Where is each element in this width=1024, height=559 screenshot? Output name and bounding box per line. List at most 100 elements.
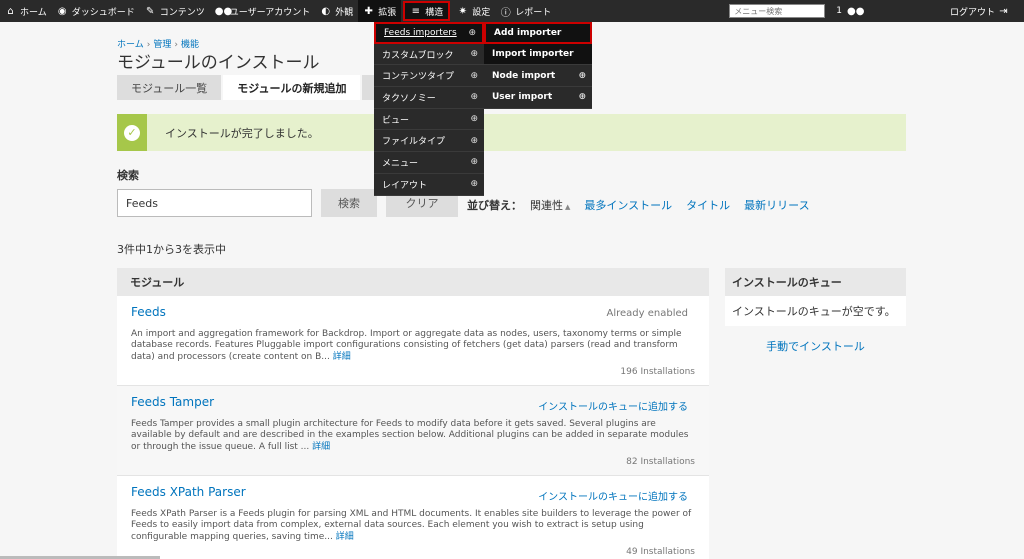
logout-link[interactable]: ログアウト ⇥	[945, 0, 1018, 22]
toolbar-home[interactable]: ⌂ ホーム	[0, 0, 52, 22]
module-row: Feeds Already enabled An import and aggr…	[117, 296, 709, 386]
arrow-right-icon: ⊕	[578, 92, 586, 103]
menu-item-label: Node import	[492, 70, 556, 81]
menu-item-views[interactable]: ビュー ⊕	[374, 109, 484, 131]
arrow-right-icon: ⊕	[470, 70, 478, 81]
menu-item-custom-blocks[interactable]: カスタムブロック ⊕	[374, 44, 484, 66]
menu-item-label: コンテンツタイプ	[382, 72, 455, 83]
menu-item-file-types[interactable]: ファイルタイプ ⊕	[374, 130, 484, 153]
toolbar-people[interactable]: ●● ユーザーアカウント	[210, 0, 315, 22]
menu-search-input[interactable]	[729, 4, 826, 18]
menu-item-label: ファイルタイプ	[382, 137, 446, 148]
add-to-queue-link[interactable]: インストールのキューに追加する	[538, 488, 688, 503]
menu-item-node-import[interactable]: Node import ⊕	[484, 65, 592, 88]
module-name-link[interactable]: Feeds XPath Parser	[131, 485, 246, 499]
module-list-header: モジュール	[117, 268, 709, 296]
module-description-text: An import and aggregation framework for …	[131, 329, 682, 362]
menu-item-feeds-importers[interactable]: Feeds importers ⊕	[374, 22, 484, 44]
sort-label: 並び替え：	[467, 199, 522, 212]
sort-relevance-label: 関連性	[530, 199, 563, 212]
menu-item-label: カスタムブロック	[382, 50, 454, 61]
toolbar-reports[interactable]: ⓘ レポート	[495, 0, 556, 22]
toolbar-people-label: ユーザーアカウント	[229, 7, 311, 18]
menu-item-taxonomy[interactable]: タクソノミー ⊕	[374, 87, 484, 109]
arrow-right-icon: ⊕	[470, 157, 478, 168]
add-to-queue-link[interactable]: インストールのキューに追加する	[538, 398, 688, 413]
sort-title[interactable]: タイトル	[686, 197, 730, 213]
palette-icon: ◐	[321, 5, 331, 17]
sort-latest-release[interactable]: 最新リリース	[744, 197, 809, 213]
status-message-text: インストールが完了しました。	[165, 126, 319, 140]
result-count: 3件中1から3を表示中	[117, 243, 226, 256]
menu-item-label: User import	[492, 92, 553, 103]
logout-label: ログアウト	[949, 7, 995, 18]
module-name-link[interactable]: Feeds Tamper	[131, 395, 214, 409]
menu-item-user-import[interactable]: User import ⊕	[484, 87, 592, 109]
menu-item-label: ビュー	[382, 115, 410, 126]
status-message: ✓ インストールが完了しました。	[117, 114, 906, 151]
user-count-value: 1	[836, 6, 842, 16]
menu-item-label: Import importer	[492, 49, 574, 60]
search-button[interactable]: 検索	[321, 189, 377, 217]
toolbar-structure-label: 構造	[425, 7, 444, 18]
install-queue-header: インストールのキュー	[725, 268, 906, 296]
toolbar-home-label: ホーム	[20, 7, 47, 18]
tab-module-list[interactable]: モジュール一覧	[117, 75, 222, 100]
toolbar-modules-label: 拡張	[378, 7, 397, 18]
menu-item-label: Add importer	[494, 27, 562, 38]
gear-icon: ✷	[458, 5, 467, 17]
toolbar-content[interactable]: ✎ コンテンツ	[140, 0, 210, 22]
arrow-right-icon: ⊕	[470, 49, 478, 60]
sort-relevance[interactable]: 関連性 ▲	[530, 197, 570, 213]
manual-install-link[interactable]: 手動でインストール	[725, 338, 906, 354]
module-status: Already enabled	[606, 308, 688, 319]
module-row: Feeds XPath Parser インストールのキューに追加する Feeds…	[117, 476, 709, 559]
arrow-right-icon: ⊕	[470, 92, 478, 103]
feeds-importers-submenu: Add importer Import importer Node import…	[484, 22, 592, 109]
toolbar-appearance[interactable]: ◐ 外観	[315, 0, 358, 22]
menu-item-label: Feeds importers	[384, 27, 457, 38]
menu-item-content-types[interactable]: コンテンツタイプ ⊕	[374, 65, 484, 88]
puzzle-icon: ✚	[364, 5, 373, 17]
more-link[interactable]: 詳細	[312, 442, 330, 452]
more-link[interactable]: 詳細	[333, 352, 351, 362]
sort-most-installs[interactable]: 最多インストール	[584, 197, 672, 213]
tabs: モジュール一覧 モジュールの新規追加 モ	[117, 75, 403, 100]
module-description: Feeds Tamper provides a small plugin arc…	[131, 419, 697, 453]
structure-icon: ≡	[411, 5, 420, 17]
install-queue: インストールのキュー インストールのキューが空です。 手動でインストール	[725, 268, 906, 354]
status-icon-bar: ✓	[117, 114, 147, 151]
module-description-text: Feeds XPath Parser is a Feeds plugin for…	[131, 509, 692, 542]
toolbar-config[interactable]: ✷ 設定	[452, 0, 495, 22]
menu-item-label: レイアウト	[382, 180, 428, 191]
menu-item-menus[interactable]: メニュー ⊕	[374, 152, 484, 174]
tab-install-new[interactable]: モジュールの新規追加	[223, 75, 361, 100]
menu-item-import-importer[interactable]: Import importer	[484, 43, 592, 66]
dashboard-icon: ◉	[57, 5, 67, 17]
menu-item-add-importer[interactable]: Add importer	[484, 22, 592, 44]
toolbar-config-label: 設定	[472, 7, 491, 18]
toolbar-dashboard[interactable]: ◉ ダッシュボード	[52, 0, 140, 22]
toolbar-structure[interactable]: ≡ 構造	[403, 1, 451, 21]
pencil-icon: ✎	[146, 5, 155, 17]
users-icon: ●●	[846, 5, 865, 17]
arrow-right-icon: ⊕	[470, 135, 478, 146]
menu-item-layouts[interactable]: レイアウト ⊕	[374, 174, 484, 196]
more-link[interactable]: 詳細	[336, 532, 354, 542]
arrow-right-icon: ⊕	[470, 114, 478, 125]
checkmark-icon: ✓	[124, 124, 140, 141]
module-name-link[interactable]: Feeds	[131, 305, 166, 319]
home-icon: ⌂	[7, 5, 14, 17]
sort-options: 並び替え： 関連性 ▲ 最多インストール タイトル 最新リリース	[467, 197, 824, 213]
arrow-right-icon: ⊕	[468, 27, 476, 38]
search-label: 検索	[117, 169, 139, 182]
module-list: モジュール Feeds Already enabled An import an…	[117, 268, 709, 559]
search-input[interactable]	[117, 189, 312, 217]
arrow-right-icon: ⊕	[470, 179, 478, 190]
toolbar-user-count[interactable]: 1 ●●	[833, 0, 865, 22]
install-queue-empty: インストールのキューが空です。	[725, 296, 906, 326]
toolbar-dashboard-label: ダッシュボード	[71, 7, 135, 18]
toolbar-appearance-label: 外観	[335, 7, 354, 18]
arrow-right-icon: ⊕	[578, 70, 586, 81]
toolbar-modules[interactable]: ✚ 拡張	[358, 0, 402, 22]
